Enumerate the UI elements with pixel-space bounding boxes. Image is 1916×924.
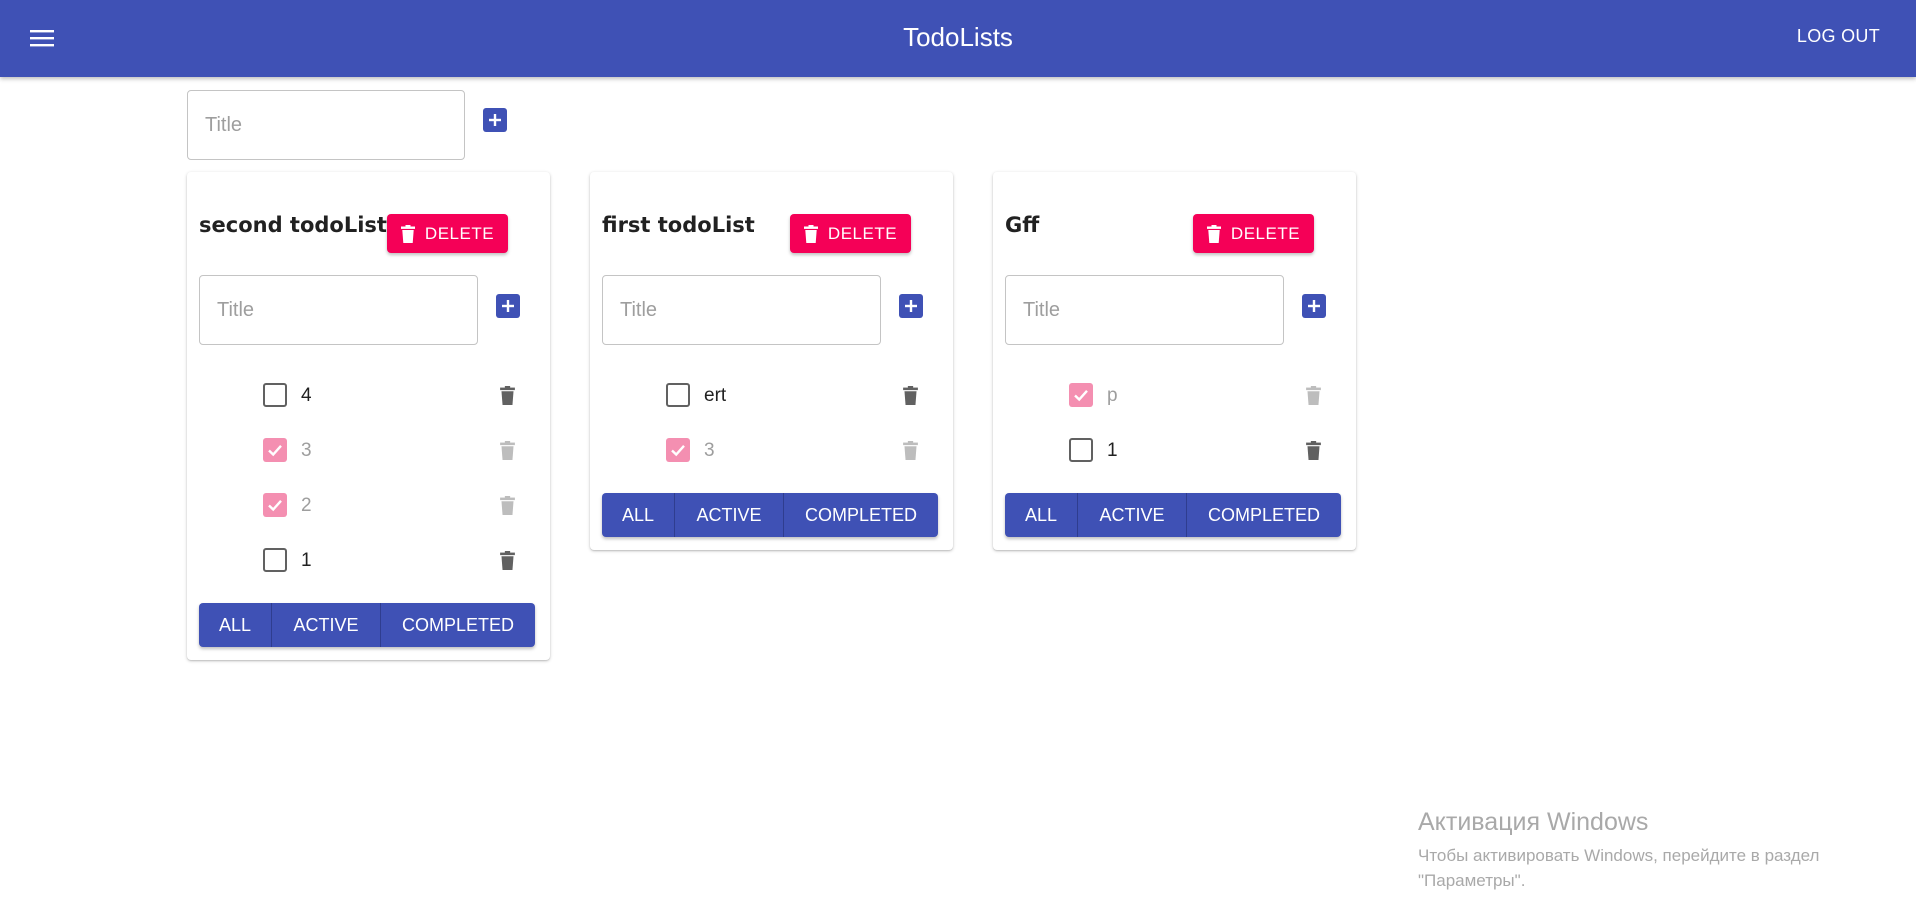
delete-todolist-button[interactable]: DELETE (1193, 214, 1314, 253)
check-icon (1074, 389, 1088, 402)
filter-all-button[interactable]: ALL (602, 493, 674, 537)
delete-task-button[interactable] (898, 383, 922, 407)
windows-activation-watermark: Активация Windows Чтобы активировать Win… (1418, 808, 1819, 893)
check-icon (268, 499, 282, 512)
add-task-button[interactable] (496, 294, 520, 318)
plus-icon (502, 300, 514, 312)
new-task-title-input[interactable] (602, 275, 881, 345)
trash-icon (1305, 440, 1321, 460)
filter-button-group: ALL ACTIVE COMPLETED (602, 493, 938, 537)
delete-task-button[interactable] (495, 438, 519, 462)
task-title[interactable]: 2 (301, 495, 312, 517)
delete-task-button[interactable] (1301, 438, 1325, 462)
trash-icon (499, 550, 515, 570)
delete-task-button[interactable] (495, 493, 519, 517)
plus-icon (905, 300, 917, 312)
task-row: ert (590, 375, 953, 415)
trash-icon (400, 224, 415, 243)
task-title[interactable]: 3 (301, 440, 312, 462)
delete-label: DELETE (827, 223, 898, 243)
delete-task-button[interactable] (898, 438, 922, 462)
add-task-button[interactable] (1302, 294, 1326, 318)
filter-all-button[interactable]: ALL (1005, 493, 1077, 537)
task-row: 3 (187, 430, 550, 470)
filter-all-button[interactable]: ALL (199, 603, 271, 647)
task-title[interactable]: 1 (1107, 440, 1118, 462)
todolist-title[interactable]: first todoList (602, 213, 755, 237)
delete-task-button[interactable] (495, 548, 519, 572)
trash-icon (499, 440, 515, 460)
delete-todolist-button[interactable]: DELETE (790, 214, 911, 253)
task-row: 4 (187, 375, 550, 415)
new-todolist-title-input[interactable] (187, 90, 465, 160)
filter-completed-button[interactable]: COMPLETED (783, 493, 938, 537)
task-checkbox[interactable] (666, 383, 690, 407)
plus-icon (1308, 300, 1320, 312)
plus-icon (489, 114, 501, 126)
task-checkbox[interactable] (1069, 438, 1093, 462)
check-icon (268, 444, 282, 457)
task-row: 3 (590, 430, 953, 470)
logout-button[interactable]: LOG OUT (1797, 26, 1880, 47)
task-row: 2 (187, 485, 550, 525)
add-task-button[interactable] (899, 294, 923, 318)
trash-icon (1305, 385, 1321, 405)
watermark-line-2: "Параметры". (1418, 871, 1526, 890)
new-task-title-input[interactable] (1005, 275, 1284, 345)
task-title[interactable]: 1 (301, 550, 312, 572)
todolist-card: second todoList DELETE 4 3 2 1 ALL ACTIVE C… (187, 172, 550, 660)
delete-task-button[interactable] (1301, 383, 1325, 407)
app-bar: TodoLists LOG OUT (0, 0, 1916, 77)
task-row: p (993, 375, 1356, 415)
trash-icon (1206, 224, 1221, 243)
task-row: 1 (993, 430, 1356, 470)
watermark-line-1: Чтобы активировать Windows, перейдите в … (1418, 846, 1820, 865)
trash-icon (803, 224, 818, 243)
filter-completed-button[interactable]: COMPLETED (380, 603, 535, 647)
delete-label: DELETE (424, 223, 495, 243)
task-checkbox-checked[interactable] (666, 438, 690, 462)
check-icon (671, 444, 685, 457)
delete-label: DELETE (1230, 223, 1301, 243)
task-row: 1 (187, 540, 550, 580)
todolist-card: first todoList DELETE ert 3 ALL ACTIVE CO… (590, 172, 953, 550)
app-title: TodoLists (903, 22, 1013, 52)
todolist-card: Gff DELETE p 1 ALL ACTIVE COMPLETED (993, 172, 1356, 550)
task-title[interactable]: 4 (301, 385, 312, 407)
trash-icon (499, 495, 515, 515)
task-checkbox[interactable] (263, 383, 287, 407)
trash-icon (902, 440, 918, 460)
delete-task-button[interactable] (495, 383, 519, 407)
trash-icon (499, 385, 515, 405)
add-todolist-button[interactable] (483, 108, 507, 132)
task-title[interactable]: ert (704, 385, 726, 407)
filter-button-group: ALL ACTIVE COMPLETED (1005, 493, 1341, 537)
task-title[interactable]: p (1107, 385, 1118, 407)
task-checkbox-checked[interactable] (1069, 383, 1093, 407)
task-checkbox-checked[interactable] (263, 438, 287, 462)
filter-button-group: ALL ACTIVE COMPLETED (199, 603, 535, 647)
filter-active-button[interactable]: ACTIVE (271, 603, 380, 647)
todolist-title[interactable]: second todoList (199, 213, 387, 237)
new-task-title-input[interactable] (199, 275, 478, 345)
task-checkbox-checked[interactable] (263, 493, 287, 517)
trash-icon (902, 385, 918, 405)
task-checkbox[interactable] (263, 548, 287, 572)
todolist-title[interactable]: Gff (1005, 213, 1039, 237)
task-title[interactable]: 3 (704, 440, 715, 462)
filter-completed-button[interactable]: COMPLETED (1186, 493, 1341, 537)
filter-active-button[interactable]: ACTIVE (1077, 493, 1186, 537)
watermark-title: Активация Windows (1418, 808, 1649, 836)
delete-todolist-button[interactable]: DELETE (387, 214, 508, 253)
filter-active-button[interactable]: ACTIVE (674, 493, 783, 537)
